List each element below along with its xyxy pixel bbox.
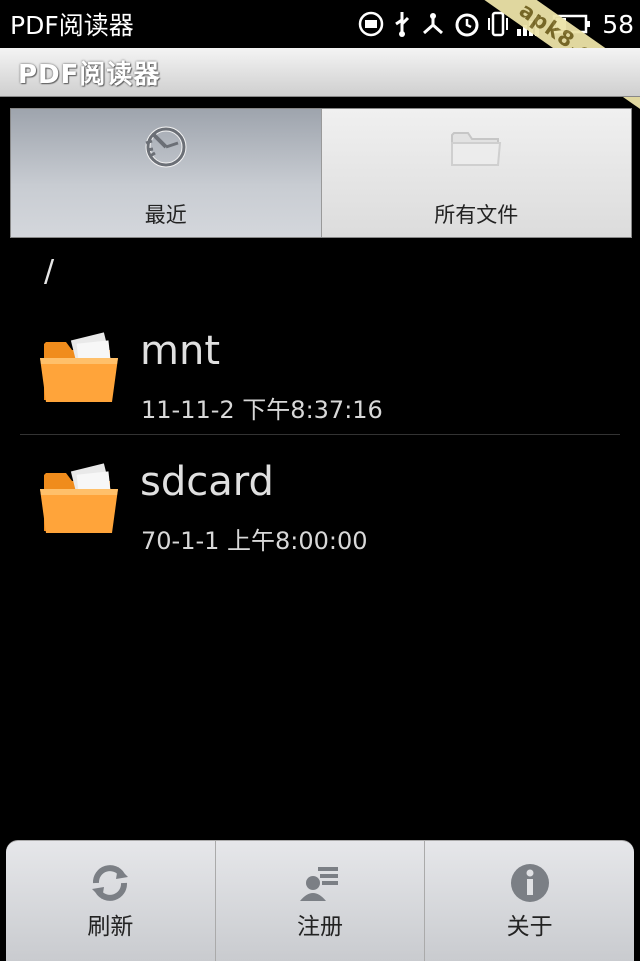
refresh-label: 刷新: [87, 914, 134, 940]
recent-clock-icon: [140, 123, 192, 171]
refresh-button[interactable]: 刷新: [6, 841, 216, 961]
status-time: 58: [602, 9, 634, 39]
title-bar: PDF阅读器: [0, 48, 640, 97]
tab-bar: 最近 所有文件: [10, 108, 632, 238]
status-icons: 58: [358, 8, 634, 40]
tab-all-files[interactable]: 所有文件: [321, 109, 631, 237]
tab-recent[interactable]: 最近: [11, 109, 322, 237]
tab-all-files-label: 所有文件: [434, 203, 519, 227]
file-name: sdcard: [140, 459, 274, 505]
list-item[interactable]: sdcard 70-1-1 上午8:00:00: [20, 435, 620, 565]
folder-icon: [448, 123, 504, 171]
bbm-icon: [358, 11, 384, 37]
refresh-icon: [88, 861, 132, 905]
list-item[interactable]: mnt 11-11-2 下午8:37:16: [20, 304, 620, 435]
file-name: mnt: [140, 328, 220, 374]
current-path: /: [44, 254, 55, 289]
file-date: 70-1-1 上午8:00:00: [141, 527, 368, 555]
status-app-name: PDF阅读器: [10, 11, 134, 40]
folder-icon: [38, 332, 122, 410]
register-icon: [298, 861, 342, 905]
debug-icon: [420, 11, 446, 37]
register-button[interactable]: 注册: [216, 841, 426, 961]
register-label: 注册: [297, 914, 343, 940]
tab-recent-label: 最近: [144, 203, 187, 227]
folder-icon: [38, 463, 122, 541]
usb-icon: [392, 10, 412, 38]
file-list: mnt 11-11-2 下午8:37:16 sdcard 70-1-1 上午8:…: [20, 304, 620, 565]
page-title: PDF阅读器: [18, 60, 161, 90]
about-label: 关于: [506, 914, 553, 940]
about-button[interactable]: 关于: [425, 841, 634, 961]
options-menu: 刷新 注册 关于: [6, 840, 634, 961]
alarm-icon: [454, 10, 480, 38]
file-date: 11-11-2 下午8:37:16: [141, 396, 383, 424]
info-icon: [508, 861, 552, 905]
